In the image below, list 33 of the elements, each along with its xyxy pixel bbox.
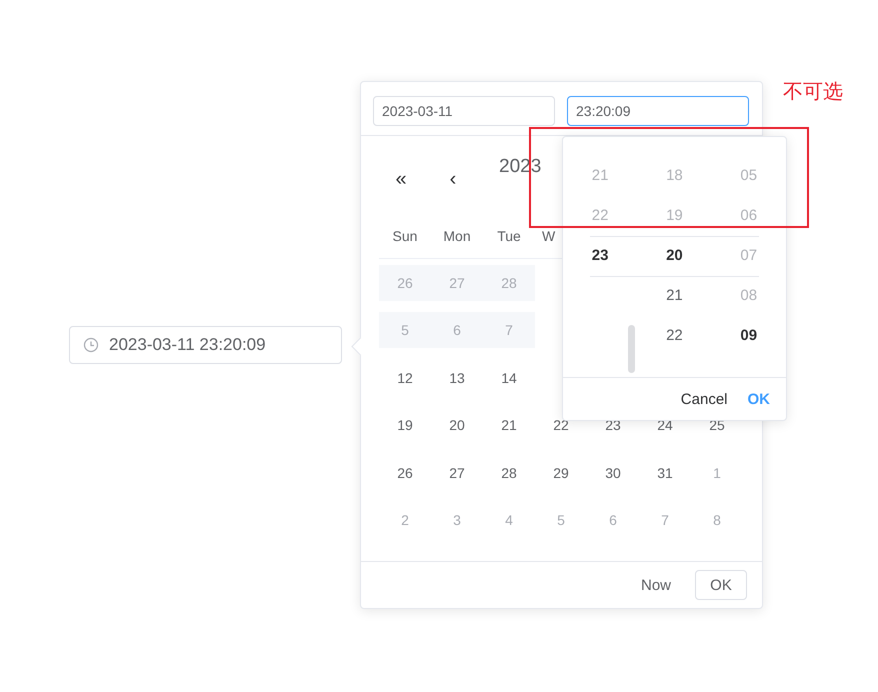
day-cell[interactable]: 30 — [587, 449, 639, 496]
weekday-label: Tue — [496, 227, 522, 246]
date-input[interactable]: 2023-03-11 — [373, 96, 555, 126]
weekday-label: Mon — [442, 227, 472, 246]
day-cell[interactable]: 21 — [483, 402, 535, 449]
day-cell[interactable]: 13 — [431, 354, 483, 402]
day-cell[interactable]: 31 — [639, 449, 691, 496]
time-option[interactable]: 20 — [666, 236, 683, 276]
time-option[interactable]: 21 — [666, 276, 683, 316]
previous-year-button[interactable]: « — [386, 168, 416, 190]
weekday-label: Sun — [392, 227, 418, 246]
ok-button[interactable]: OK — [695, 570, 747, 600]
now-button[interactable]: Now — [634, 576, 677, 594]
previous-month-button[interactable]: ‹ — [438, 168, 468, 190]
day-cell[interactable]: 26 — [379, 449, 431, 496]
day-cell[interactable]: 20 — [431, 402, 483, 449]
weekday-label: W — [542, 227, 556, 246]
time-option[interactable]: 22 — [666, 316, 683, 356]
cancel-button[interactable]: Cancel — [680, 390, 728, 408]
day-cell[interactable]: 29 — [535, 449, 587, 496]
date-time-field[interactable]: 2023-03-11 23:20:09 — [69, 326, 342, 364]
annotation-label: 不可选 — [783, 78, 843, 105]
clock-icon — [83, 337, 99, 353]
day-cell[interactable]: 14 — [483, 354, 535, 402]
time-option[interactable]: 09 — [740, 316, 758, 356]
day-cell[interactable]: 12 — [379, 354, 431, 402]
day-cell[interactable]: 28 — [483, 449, 535, 496]
scrollbar-thumb[interactable] — [628, 325, 635, 373]
time-option[interactable]: 23 — [592, 236, 608, 276]
day-cell[interactable]: 27 — [431, 449, 483, 496]
date-time-value: 2023-03-11 23:20:09 — [109, 335, 266, 355]
day-cell[interactable]: 19 — [379, 402, 431, 449]
time-input[interactable]: 23:20:09 — [567, 96, 749, 126]
